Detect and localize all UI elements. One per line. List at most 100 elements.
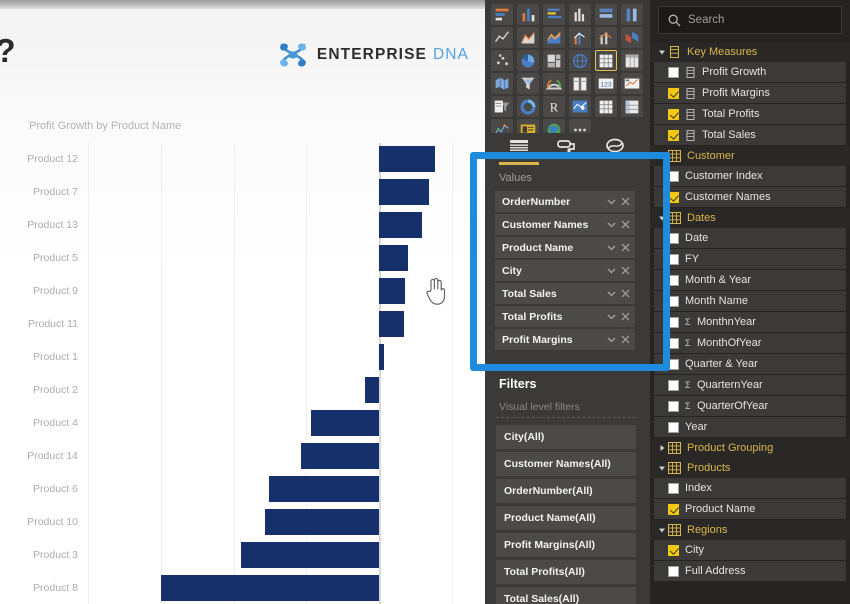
chevron-down-icon[interactable] xyxy=(656,150,668,162)
fields-tree-field[interactable]: Σ QuarterOfYear xyxy=(654,396,846,416)
r-script-visual-icon[interactable]: R xyxy=(543,96,565,117)
close-icon[interactable] xyxy=(620,219,631,230)
field-checkbox[interactable] xyxy=(668,170,679,182)
fields-tree-group[interactable]: Key Measures xyxy=(650,42,850,62)
chart-bar[interactable] xyxy=(379,344,384,371)
ribbon-chart-icon[interactable] xyxy=(621,27,643,48)
close-icon[interactable] xyxy=(620,196,631,207)
field-checkbox[interactable] xyxy=(668,421,679,433)
chevron-down-icon[interactable] xyxy=(656,462,668,474)
chart-bar[interactable] xyxy=(379,179,430,206)
chart-bar[interactable] xyxy=(365,376,379,403)
field-checkbox[interactable] xyxy=(668,129,679,141)
field-checkbox[interactable] xyxy=(668,108,679,120)
analytics-tab[interactable] xyxy=(604,136,628,156)
visualization-type-gallery[interactable]: 123 R xyxy=(485,0,650,140)
100-stacked-column-chart-icon[interactable] xyxy=(621,4,643,25)
chevron-down-icon[interactable] xyxy=(656,46,668,58)
chart-bar-row[interactable]: Product 6 xyxy=(33,472,476,505)
chart-bar-row[interactable]: Product 3 xyxy=(33,538,476,571)
chart-bar[interactable] xyxy=(311,409,379,436)
matrix-icon[interactable] xyxy=(621,50,643,71)
fields-tree-group[interactable]: Products xyxy=(650,458,850,478)
fields-pane[interactable]: Search Key Measures Profit Growth Profit M… xyxy=(650,0,850,604)
field-checkbox[interactable] xyxy=(668,232,679,244)
line-chart-icon[interactable] xyxy=(491,27,513,48)
fields-tree[interactable]: Key Measures Profit Growth Profit Margins T… xyxy=(650,42,850,604)
values-well-item[interactable]: Product Name xyxy=(495,237,635,258)
matrix-alt-icon[interactable] xyxy=(595,96,617,117)
chevron-down-icon[interactable] xyxy=(606,242,617,253)
stacked-area-chart-icon[interactable] xyxy=(543,27,565,48)
fields-tree-field[interactable]: Quarter & Year xyxy=(654,354,846,374)
chart-bar[interactable] xyxy=(301,442,379,469)
chart-bar-row[interactable]: Product 1 xyxy=(33,341,476,374)
stacked-column-chart-icon[interactable] xyxy=(517,4,539,25)
values-well-item[interactable]: Customer Names xyxy=(495,214,635,235)
visualization-icon-grid[interactable]: 123 R xyxy=(491,4,645,140)
chart-bar-row[interactable]: Product 12 xyxy=(27,143,476,176)
chart-bar-row[interactable]: Product 2 xyxy=(33,374,476,407)
slicer-icon[interactable] xyxy=(491,96,513,117)
chart-bar-row[interactable]: Product 11 xyxy=(28,308,476,341)
fields-tree-group[interactable]: Product Grouping xyxy=(650,438,850,458)
kpi-icon[interactable] xyxy=(621,73,643,94)
field-checkbox[interactable] xyxy=(668,482,679,494)
close-icon[interactable] xyxy=(620,242,631,253)
values-well-item[interactable]: City xyxy=(495,260,635,281)
field-checkbox[interactable] xyxy=(668,87,679,99)
filter-card[interactable]: Profit Margins(All) xyxy=(496,533,636,557)
chart-bar-row[interactable]: Product 7 xyxy=(33,176,476,209)
filters-pane[interactable]: Filters Visual level filters City(All) Cu… xyxy=(485,371,650,604)
field-checkbox[interactable] xyxy=(668,544,679,556)
fields-tree-group[interactable]: Regions xyxy=(650,520,850,540)
fields-tree-field[interactable]: City xyxy=(654,540,846,560)
chart-bar[interactable] xyxy=(379,212,422,239)
fields-tree-field[interactable]: Total Sales xyxy=(654,125,846,145)
fields-tree-field[interactable]: Total Profits xyxy=(654,104,846,124)
table-alt-icon[interactable] xyxy=(621,96,643,117)
field-checkbox[interactable] xyxy=(668,400,679,412)
close-icon[interactable] xyxy=(620,265,631,276)
pie-chart-icon[interactable] xyxy=(517,50,539,71)
fields-tree-field[interactable]: Customer Names xyxy=(654,187,846,207)
fields-tree-field[interactable]: Full Address xyxy=(654,561,846,581)
chevron-down-icon[interactable] xyxy=(606,219,617,230)
fields-tree-field[interactable]: Σ MonthOfYear xyxy=(654,333,846,353)
field-checkbox[interactable] xyxy=(668,316,679,328)
filter-card[interactable]: Product Name(All) xyxy=(496,506,636,530)
arcgis-map-icon[interactable] xyxy=(569,96,591,117)
field-checkbox[interactable] xyxy=(668,358,679,370)
fields-tree-field[interactable]: Profit Growth xyxy=(654,62,846,82)
fields-tree-field[interactable]: Customer Index xyxy=(654,166,846,186)
fields-tree-field[interactable]: Month Name xyxy=(654,291,846,311)
fields-tree-field[interactable]: Product Name xyxy=(654,499,846,519)
fields-tree-field[interactable]: Σ QuarternYear xyxy=(654,375,846,395)
field-checkbox[interactable] xyxy=(668,191,679,203)
values-well-item[interactable]: Total Profits xyxy=(495,306,635,327)
100-stacked-bar-chart-icon[interactable] xyxy=(595,4,617,25)
fields-tree-field[interactable]: Year xyxy=(654,417,846,437)
chevron-down-icon[interactable] xyxy=(606,196,617,207)
chart-bars[interactable]: Product 12 Product 7 Product 13 Product 5 Pr… xyxy=(27,143,476,604)
chevron-down-icon[interactable] xyxy=(606,288,617,299)
card-icon[interactable]: 123 xyxy=(595,73,617,94)
chart-bar[interactable] xyxy=(241,541,379,568)
field-checkbox[interactable] xyxy=(668,379,679,391)
chevron-down-icon[interactable] xyxy=(606,311,617,322)
chart-bar[interactable] xyxy=(269,475,379,502)
stacked-bar-chart-icon[interactable] xyxy=(491,4,513,25)
visualizations-pane[interactable]: 123 R Values OrderNumber Customer Names … xyxy=(485,0,650,604)
values-well-item[interactable]: Total Sales xyxy=(495,283,635,304)
fields-tree-field[interactable]: Index xyxy=(654,478,846,498)
chevron-down-icon[interactable] xyxy=(656,212,668,224)
line-clustered-column-chart-icon[interactable] xyxy=(595,27,617,48)
report-canvas[interactable]: ng? ENTERPRISE DNA Profit Growth by Prod… xyxy=(0,0,485,604)
filled-map-icon[interactable] xyxy=(491,73,513,94)
profit-growth-bar-chart[interactable]: Profit Growth by Product Name Product 12… xyxy=(6,105,476,604)
filter-card[interactable]: Total Profits(All) xyxy=(496,560,636,584)
clustered-column-chart-icon[interactable] xyxy=(569,4,591,25)
chevron-down-icon[interactable] xyxy=(606,334,617,345)
fields-tree-group[interactable]: Customer xyxy=(650,146,850,166)
fields-tree-field[interactable]: FY xyxy=(654,249,846,269)
